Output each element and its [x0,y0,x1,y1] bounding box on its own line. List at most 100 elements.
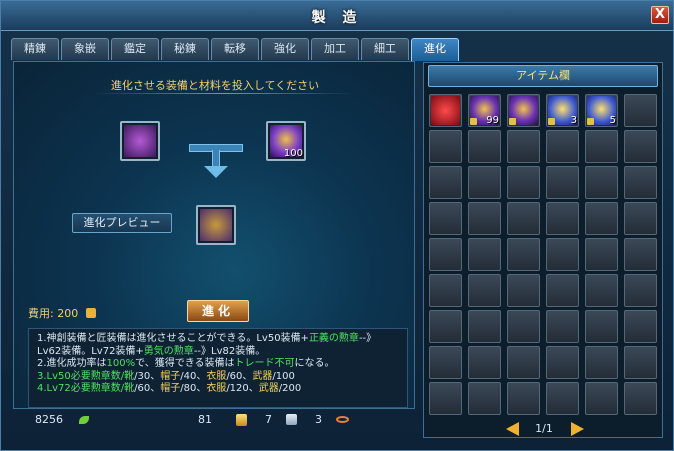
close-button[interactable]: X [651,6,669,24]
cost-label: 費用: [28,307,54,320]
inventory-slot[interactable] [507,130,540,163]
tab-evolve[interactable]: 進化 [411,38,459,61]
inventory-slot[interactable] [585,310,618,343]
window-title: 製 造 [311,10,363,26]
red-item-icon [431,96,460,125]
lock-icon [509,118,516,125]
coin-icon [85,308,96,318]
inventory-slot[interactable] [546,382,579,415]
inventory-slot[interactable] [546,238,579,271]
inventory-slot[interactable] [624,130,657,163]
info-line: 4.Lv72必要勲章数/靴/60、帽子/80、衣服/120、武器/200 [37,383,302,394]
item-count: 5 [609,115,616,126]
inventory-slot[interactable] [585,238,618,271]
inventory-slot[interactable] [624,94,657,127]
inventory-header: アイテム欄 [428,65,658,87]
leaf-icon [79,416,89,424]
info-line: 3.Lv50必要勲章数/靴/30、帽子/40、衣服/60、武器/100 [37,370,295,382]
next-page-icon[interactable] [571,422,584,436]
inventory-slot[interactable] [624,238,657,271]
inventory-slot[interactable] [585,382,618,415]
inventory-slot[interactable] [585,274,618,307]
inventory-slot[interactable] [429,274,462,307]
inventory-slot[interactable] [468,238,501,271]
lock-icon [548,118,555,125]
instruction-text: 進化させる装備と材料を投入してください [110,79,320,92]
tab-transfer[interactable]: 転移 [211,38,259,60]
preview-slot[interactable] [196,205,236,245]
evolve-button[interactable]: 進化 [187,300,249,322]
gem-amount: 7 [265,413,272,426]
inventory-slot[interactable] [546,130,579,163]
inventory-slot[interactable] [468,202,501,235]
equipment-slot[interactable] [120,121,160,161]
item-count: 3 [570,115,577,126]
item-count: 99 [486,115,499,126]
pager: 1/1 [424,421,664,437]
inventory-slot[interactable]: 99 [468,94,501,127]
inventory-slot[interactable] [507,94,540,127]
inventory-slot[interactable] [429,130,462,163]
inventory-slot[interactable] [546,346,579,379]
info-line: 2.進化成功率は100%で、獲得できる装備はトレード不可になる。 [37,358,335,369]
inventory-slot[interactable] [624,310,657,343]
divider [94,93,354,94]
title-bar[interactable]: 製 造 X [1,1,673,31]
inventory-slot[interactable] [507,202,540,235]
inventory-slot[interactable]: 5 [585,94,618,127]
inventory-slot[interactable] [624,166,657,199]
inventory-slot[interactable] [429,202,462,235]
inventory-slot[interactable] [546,202,579,235]
inventory-slot[interactable] [546,274,579,307]
inventory-slot[interactable] [507,382,540,415]
inventory-slot[interactable] [468,274,501,307]
info-line: 1.神創装備と匠装備は進化させることができる。Lv50装備+正義の勲章--》 [37,333,377,344]
crafting-window: 製 造 X 精錬 象嵌 鑑定 秘錬 転移 強化 加工 細工 進化 進化させる装備… [0,0,674,451]
inventory-slot[interactable] [468,346,501,379]
inventory-slot[interactable] [624,274,657,307]
inventory-slot[interactable] [585,166,618,199]
inventory-slot[interactable] [468,130,501,163]
inventory-slot[interactable] [585,346,618,379]
inventory-slot[interactable] [429,94,462,127]
tab-inlay[interactable]: 象嵌 [61,38,109,60]
gold-icon [236,414,247,426]
inventory-slot[interactable] [429,310,462,343]
inventory-slot[interactable] [624,346,657,379]
currency-bar: 8256 81 7 3 [31,413,411,429]
cost: 費用: 200 [28,305,96,321]
tab-process[interactable]: 加工 [311,38,359,60]
inventory-slot[interactable] [429,166,462,199]
lock-icon [587,118,594,125]
inventory-slot[interactable] [429,238,462,271]
inventory-slot[interactable] [507,310,540,343]
inventory-slot[interactable]: 3 [546,94,579,127]
preview-label: 進化プレビュー [72,213,172,233]
gold-amount: 81 [198,413,212,426]
cost-value: 200 [57,307,79,320]
inventory-slot[interactable] [429,382,462,415]
lock-icon [470,118,477,125]
tab-craft[interactable]: 細工 [361,38,409,60]
inventory-slot[interactable] [546,310,579,343]
inventory-slot[interactable] [624,202,657,235]
tab-secret-refine[interactable]: 秘錬 [161,38,209,60]
inventory-slot[interactable] [507,274,540,307]
inventory-slot[interactable] [546,166,579,199]
inventory-slot[interactable] [585,202,618,235]
inventory-slot[interactable] [507,346,540,379]
arrow-down-icon [204,166,228,178]
material-slot[interactable]: 100 [266,121,306,161]
inventory-slot[interactable] [468,382,501,415]
inventory-slot[interactable] [429,346,462,379]
tab-enhance[interactable]: 強化 [261,38,309,60]
inventory-slot[interactable] [624,382,657,415]
inventory-slot[interactable] [468,166,501,199]
inventory-slot[interactable] [507,238,540,271]
inventory-slot[interactable] [507,166,540,199]
inventory-slot[interactable] [585,130,618,163]
prev-page-icon[interactable] [506,422,519,436]
inventory-slot[interactable] [468,310,501,343]
tab-refine[interactable]: 精錬 [11,38,59,60]
tab-appraise[interactable]: 鑑定 [111,38,159,60]
